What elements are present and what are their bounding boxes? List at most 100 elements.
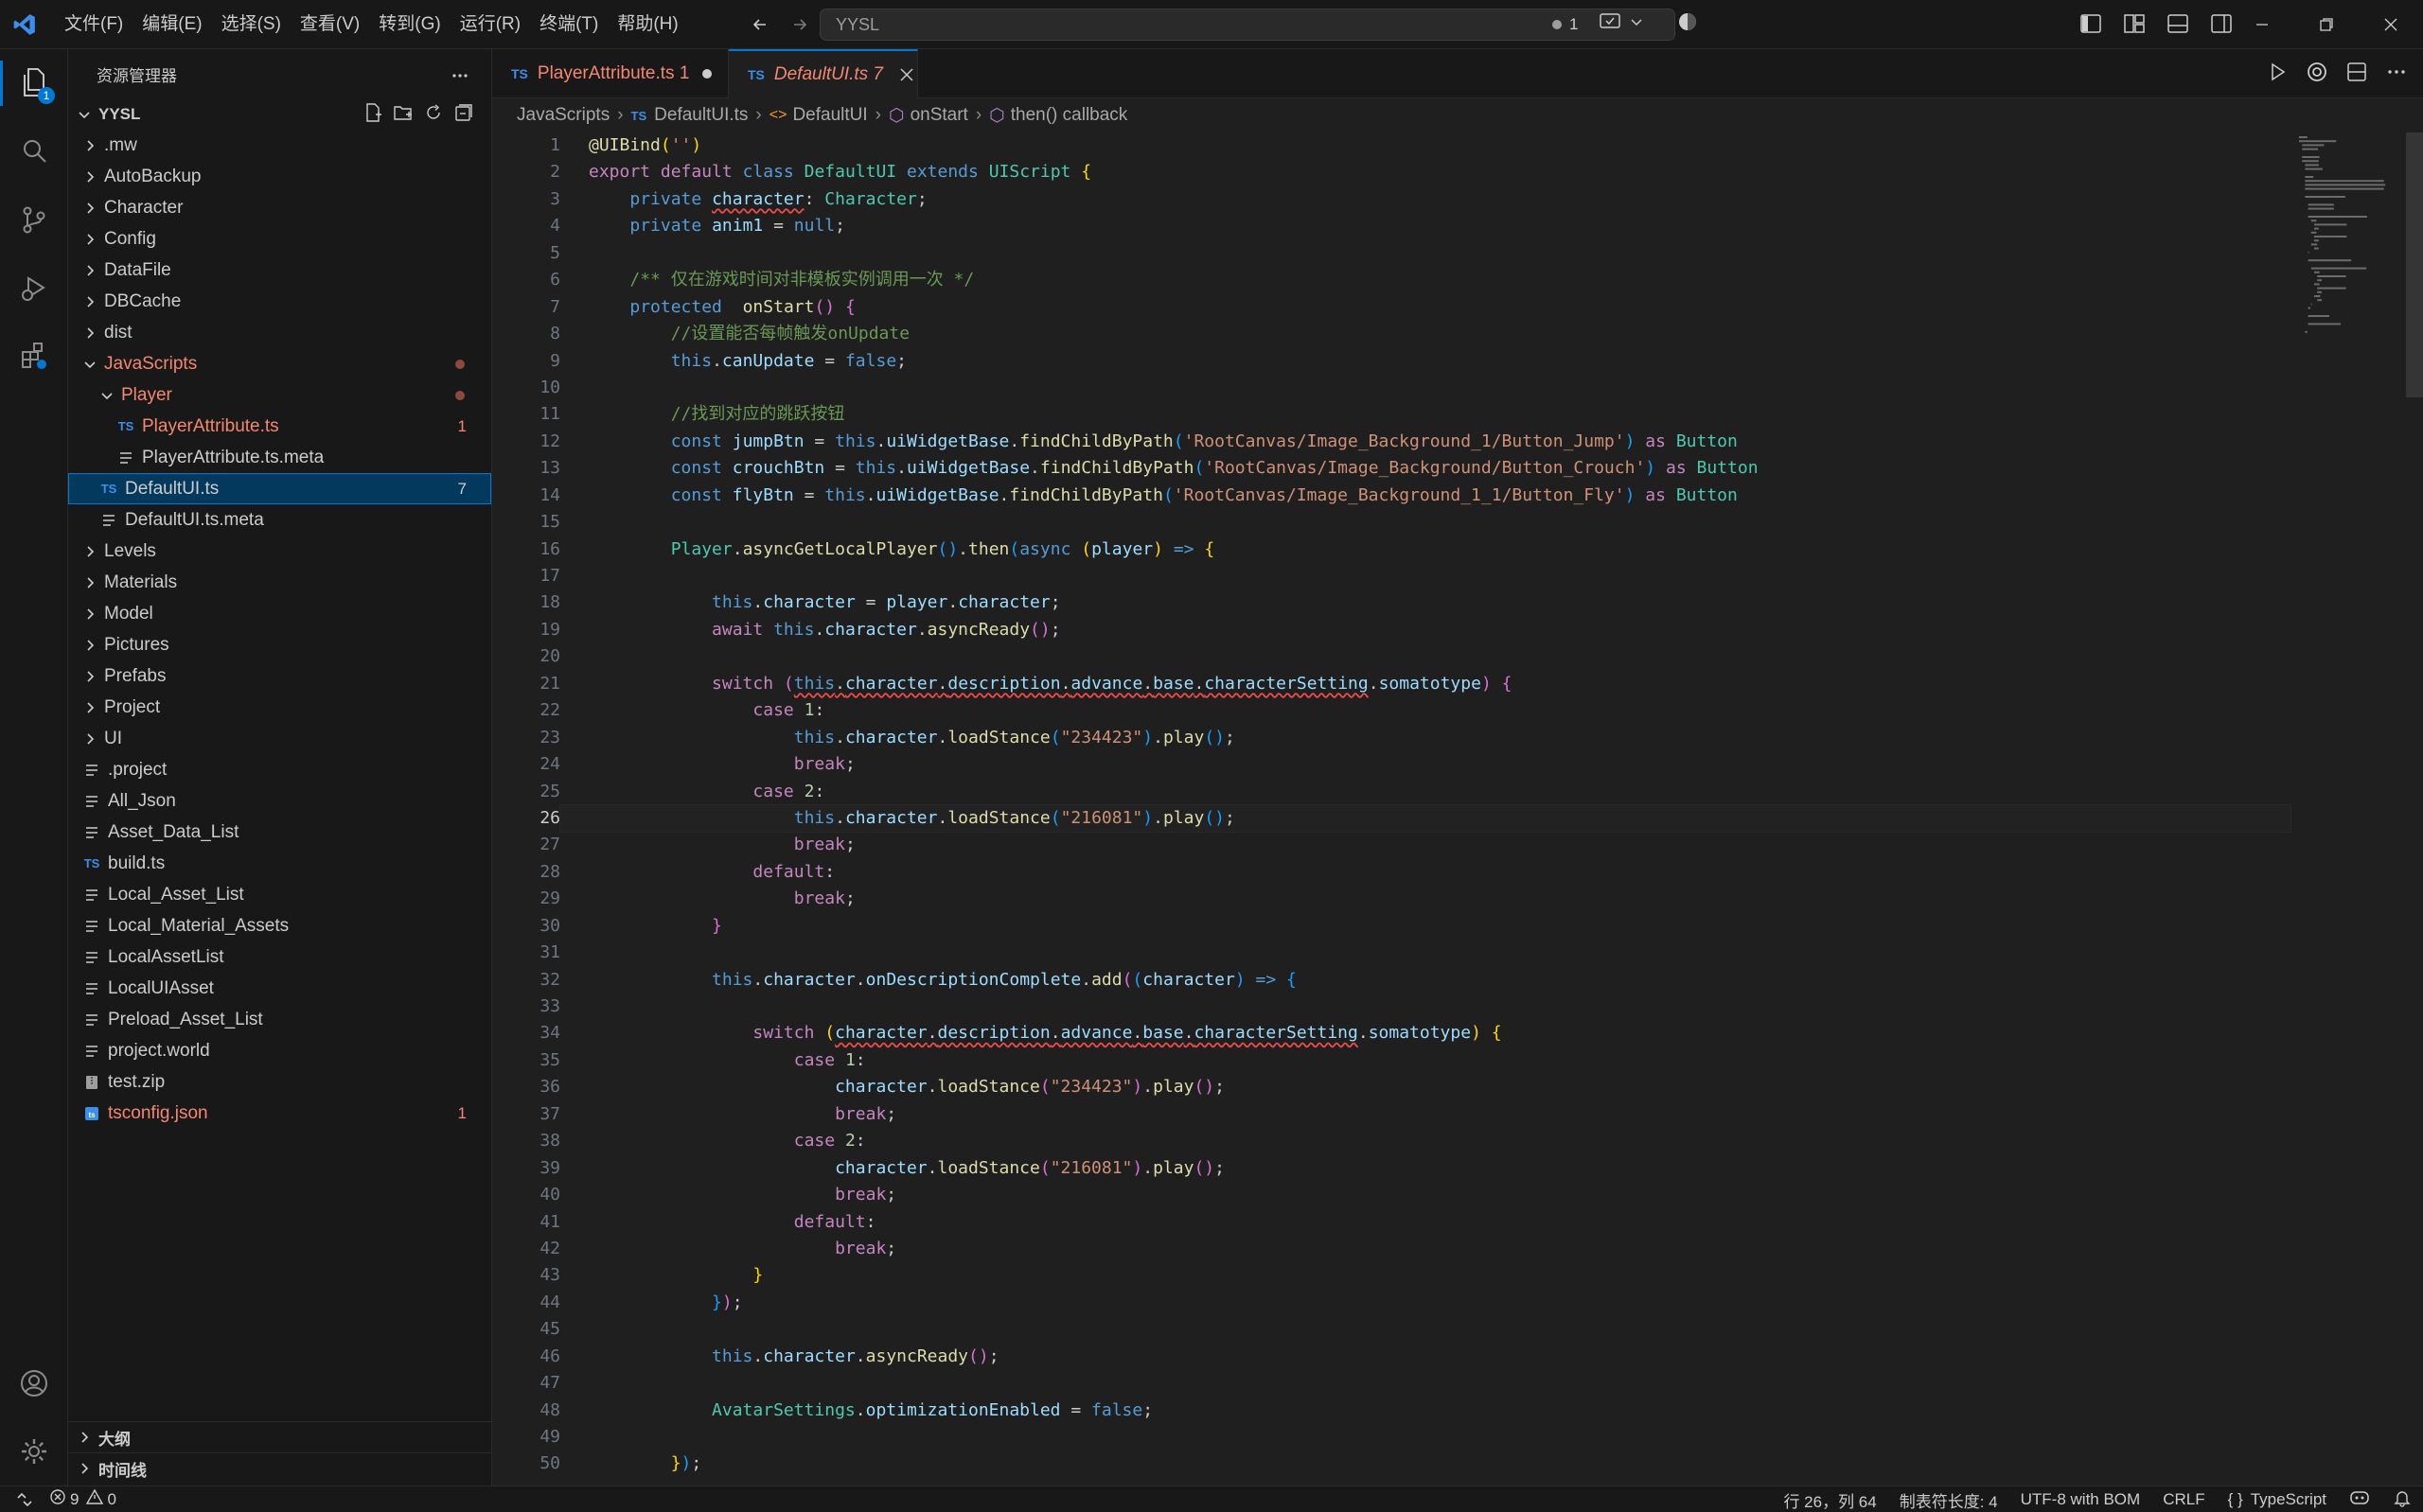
collapse-all-icon[interactable] [453, 102, 474, 128]
code-text[interactable]: case 2: [560, 779, 824, 805]
code-text[interactable]: const jumpBtn = this.uiWidgetBase.findCh… [560, 429, 1738, 455]
menu-file[interactable]: 文件(F) [55, 8, 133, 42]
code-editor[interactable]: 1 @UIBind('') 2 export default class Defaul… [492, 132, 2423, 1486]
code-text[interactable] [560, 563, 589, 589]
code-line[interactable]: 43 } [492, 1262, 2290, 1289]
tree-file[interactable]: Local_Asset_List [68, 879, 491, 910]
workspace-root[interactable]: YYSL [68, 98, 491, 130]
code-text[interactable]: case 1: [560, 697, 824, 724]
minimap[interactable] [2295, 132, 2409, 539]
code-text[interactable]: /** 仅在游戏时间对非模板实例调用一次 */ [560, 267, 974, 293]
code-line[interactable]: 46 this.character.asyncReady(); [492, 1344, 2290, 1370]
code-line[interactable]: 37 break; [492, 1101, 2290, 1128]
tree-file[interactable]: PlayerAttribute.ts.meta [68, 442, 491, 473]
code-text[interactable]: character.loadStance("234423").play(); [560, 1074, 1225, 1100]
tree-file[interactable]: Local_Material_Assets [68, 910, 491, 941]
code-line[interactable]: 31 [492, 940, 2290, 966]
code-text[interactable]: await this.character.asyncReady(); [560, 617, 1061, 643]
code-text[interactable] [560, 375, 589, 401]
warning-icon[interactable] [86, 1488, 104, 1510]
menu-terminal[interactable]: 终端(T) [530, 8, 608, 42]
close-window-icon[interactable] [2359, 0, 2423, 49]
code-text[interactable]: default: [560, 1209, 876, 1236]
code-line[interactable]: 28 default: [492, 859, 2290, 886]
split-editor-icon[interactable] [2345, 61, 2368, 89]
back-arrow-icon[interactable] [748, 12, 772, 37]
tree-folder[interactable]: Model [68, 598, 491, 629]
code-line[interactable]: 38 case 2: [492, 1128, 2290, 1154]
more-actions-icon[interactable] [451, 64, 469, 83]
error-icon[interactable] [49, 1488, 66, 1510]
tree-folder[interactable]: Project [68, 692, 491, 723]
code-line[interactable]: 49 [492, 1424, 2290, 1450]
code-line[interactable]: 40 break; [492, 1182, 2290, 1208]
tree-folder[interactable]: AutoBackup [68, 161, 491, 192]
code-line[interactable]: 18 this.character = player.character; [492, 589, 2290, 616]
tree-folder[interactable]: JavaScripts [68, 348, 491, 379]
extensions-icon[interactable] [0, 322, 68, 390]
code-text[interactable]: private anim1 = null; [560, 213, 845, 239]
code-line[interactable]: 34 switch (character.description.advance… [492, 1020, 2290, 1046]
tree-file[interactable]: .project [68, 754, 491, 785]
code-line[interactable]: 48 AvatarSettings.optimizationEnabled = … [492, 1398, 2290, 1424]
code-line[interactable]: 29 break; [492, 886, 2290, 912]
timeline-section[interactable]: 时间线 [68, 1452, 492, 1484]
tree-file[interactable]: DefaultUI.ts.meta [68, 504, 491, 536]
menu-edit[interactable]: 编辑(E) [133, 8, 211, 42]
code-text[interactable] [560, 1424, 589, 1450]
code-text[interactable]: character.loadStance("216081").play(); [560, 1155, 1225, 1182]
code-line[interactable]: 6 /** 仅在游戏时间对非模板实例调用一次 */ [492, 267, 2290, 293]
menu-help[interactable]: 帮助(H) [608, 8, 687, 42]
minimize-icon[interactable] [2230, 0, 2294, 49]
tree-file[interactable]: ts tsconfig.json 1 [68, 1098, 491, 1129]
toggle-panel-icon[interactable] [2164, 9, 2192, 38]
code-line[interactable]: 2 export default class DefaultUI extends … [492, 159, 2290, 185]
code-line[interactable]: 41 default: [492, 1209, 2290, 1236]
restore-icon[interactable] [2294, 0, 2359, 49]
copilot-icon[interactable] [1676, 10, 1699, 39]
code-line[interactable]: 5 [492, 240, 2290, 267]
code-line[interactable]: 23 this.character.loadStance("234423").p… [492, 725, 2290, 751]
breadcrumb-class[interactable]: DefaultUI [792, 105, 867, 126]
tree-folder[interactable]: .mw [68, 130, 491, 161]
tree-file[interactable]: project.world [68, 1035, 491, 1066]
language-mode[interactable]: { } TypeScript [2228, 1490, 2326, 1509]
code-text[interactable] [560, 993, 589, 1020]
code-text[interactable] [560, 1370, 589, 1397]
tree-file[interactable]: TS PlayerAttribute.ts 1 [68, 411, 491, 442]
breadcrumb-method[interactable]: onStart [911, 105, 968, 126]
code-text[interactable] [560, 240, 589, 267]
code-text[interactable]: }); [560, 1450, 702, 1477]
forward-arrow-icon[interactable] [787, 12, 812, 37]
tree-folder[interactable]: UI [68, 723, 491, 754]
code-text[interactable] [560, 643, 589, 670]
code-text[interactable] [560, 509, 589, 536]
bell-icon[interactable] [2393, 1488, 2412, 1512]
code-text[interactable]: this.character.onDescriptionComplete.add… [560, 967, 1297, 993]
code-text[interactable]: break; [560, 1182, 896, 1208]
code-line[interactable]: 36 character.loadStance("234423").play()… [492, 1074, 2290, 1100]
code-line[interactable]: 26 this.character.loadStance("216081").p… [492, 803, 2291, 834]
tree-folder[interactable]: Prefabs [68, 660, 491, 692]
toggle-sidebar-icon[interactable] [2077, 9, 2105, 38]
tree-folder[interactable]: Pictures [68, 629, 491, 660]
tab-size[interactable]: 制表符长度: 4 [1900, 1488, 1998, 1512]
code-text[interactable]: break; [560, 1101, 896, 1128]
breadcrumb-file[interactable]: DefaultUI.ts [654, 105, 748, 126]
sync-icon[interactable] [1599, 11, 1621, 38]
new-file-icon[interactable] [363, 102, 383, 128]
menu-run[interactable]: 运行(R) [451, 8, 530, 42]
code-text[interactable]: break; [560, 751, 856, 778]
remote-indicator-icon[interactable] [0, 1486, 49, 1512]
code-line[interactable]: 27 break; [492, 832, 2290, 858]
code-line[interactable]: 42 break; [492, 1236, 2290, 1262]
tree-folder[interactable]: DataFile [68, 255, 491, 286]
code-line[interactable]: 16 Player.asyncGetLocalPlayer().then(asy… [492, 536, 2290, 563]
tree-file[interactable]: LocalAssetList [68, 941, 491, 973]
breadcrumb-folder[interactable]: JavaScripts [517, 105, 610, 126]
code-text[interactable]: //找到对应的跳跃按钮 [560, 401, 845, 428]
code-line[interactable]: 7 protected onStart() { [492, 294, 2290, 321]
code-line[interactable]: 47 [492, 1370, 2290, 1397]
new-folder-icon[interactable] [393, 102, 414, 128]
run-icon[interactable] [2266, 61, 2289, 89]
